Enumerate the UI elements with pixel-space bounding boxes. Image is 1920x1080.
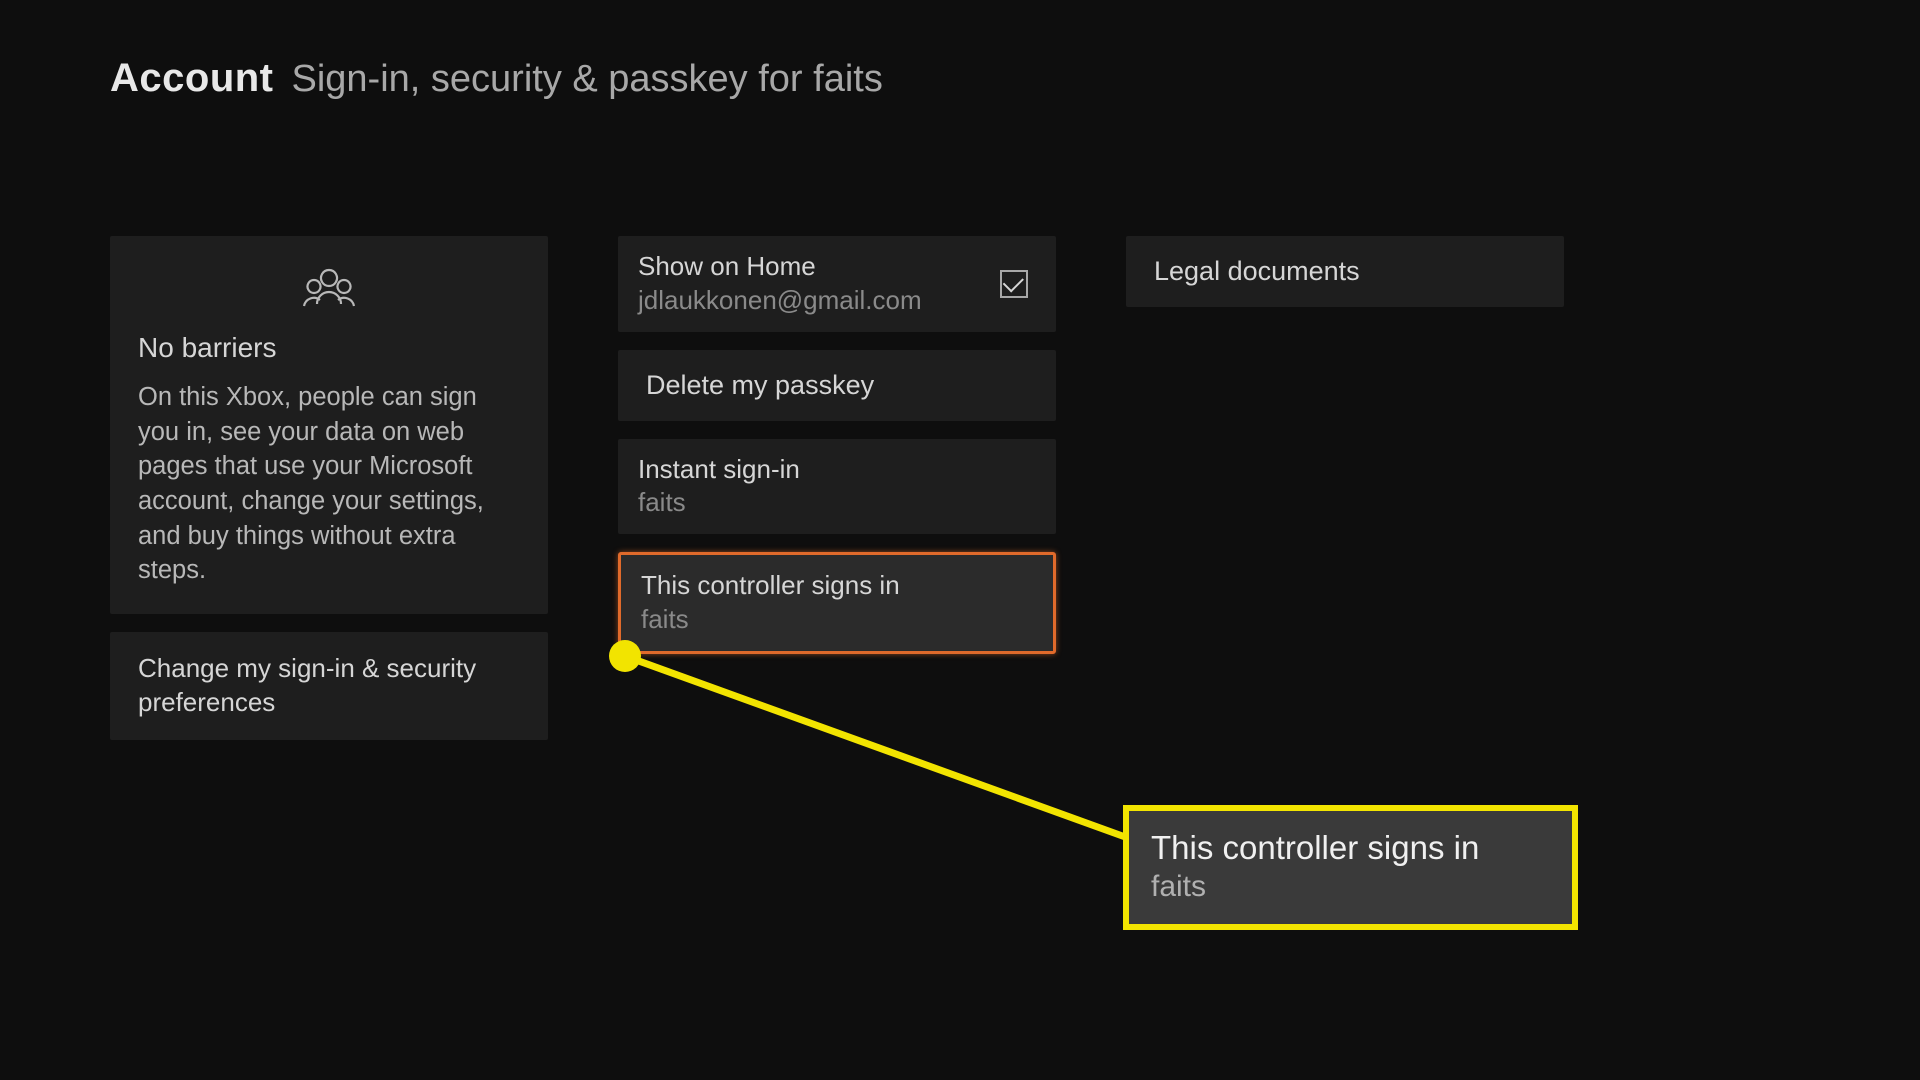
main-content: No barriers On this Xbox, people can sig… xyxy=(0,101,1920,740)
info-card-body: On this Xbox, people can sign you in, se… xyxy=(138,380,520,588)
delete-passkey-button[interactable]: Delete my passkey xyxy=(618,350,1056,421)
instant-signin-button[interactable]: Instant sign-in faits xyxy=(618,439,1056,535)
annotation-callout: This controller signs in faits xyxy=(1123,805,1578,930)
people-icon xyxy=(138,260,520,332)
show-on-home-button[interactable]: Show on Home jdlaukkonen@gmail.com xyxy=(618,236,1056,332)
show-on-home-text: Show on Home jdlaukkonen@gmail.com xyxy=(638,250,922,318)
header-title: Account xyxy=(110,56,274,101)
page-header: Account Sign-in, security & passkey for … xyxy=(0,0,1920,101)
right-column: Legal documents xyxy=(1126,236,1564,307)
controller-signin-button[interactable]: This controller signs in faits xyxy=(618,552,1056,654)
instant-signin-sub: faits xyxy=(638,486,1028,520)
legal-documents-button[interactable]: Legal documents xyxy=(1126,236,1564,307)
checkbox-icon xyxy=(1000,270,1028,298)
header-subtitle: Sign-in, security & passkey for faits xyxy=(292,58,883,101)
left-column: No barriers On this Xbox, people can sig… xyxy=(110,236,548,740)
middle-column: Show on Home jdlaukkonen@gmail.com Delet… xyxy=(618,236,1056,654)
delete-passkey-label: Delete my passkey xyxy=(646,370,1028,401)
show-on-home-sub: jdlaukkonen@gmail.com xyxy=(638,284,922,318)
show-on-home-title: Show on Home xyxy=(638,250,922,284)
controller-signin-sub: faits xyxy=(641,603,1025,637)
controller-signin-title: This controller signs in xyxy=(641,569,1025,603)
callout-sub: faits xyxy=(1151,870,1550,904)
checkmark-icon xyxy=(1003,271,1024,292)
change-signin-prefs-button[interactable]: Change my sign-in & security preferences xyxy=(110,632,548,740)
info-card-title: No barriers xyxy=(138,332,520,364)
callout-title: This controller signs in xyxy=(1151,827,1550,868)
instant-signin-title: Instant sign-in xyxy=(638,453,1028,487)
legal-documents-label: Legal documents xyxy=(1154,256,1536,287)
info-card: No barriers On this Xbox, people can sig… xyxy=(110,236,548,614)
change-signin-prefs-label: Change my sign-in & security preferences xyxy=(138,652,520,720)
